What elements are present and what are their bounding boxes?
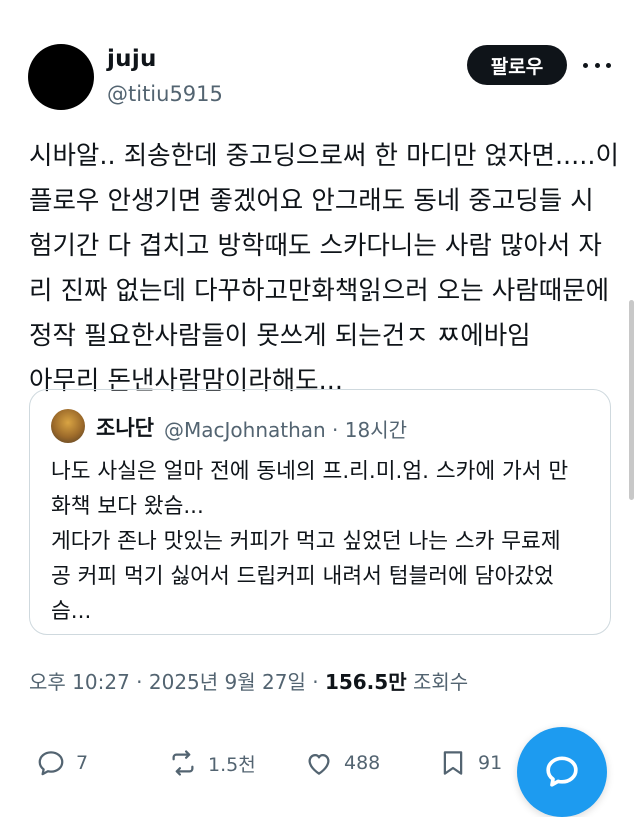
quote-line: 화책 보다 왔슴... <box>51 494 204 519</box>
repost-button[interactable]: 1.5천 <box>168 748 256 778</box>
bookmark-button[interactable]: 91 <box>438 748 502 778</box>
repost-count: 1.5천 <box>208 753 256 776</box>
repost-icon <box>172 750 194 776</box>
scrollbar[interactable] <box>629 300 634 500</box>
quoted-author-handle-time: @MacJohnathan · 18시간 <box>164 418 408 442</box>
quoted-author-avatar <box>51 409 85 443</box>
author-avatar[interactable] <box>28 44 94 110</box>
compose-reply-button[interactable] <box>517 727 607 817</box>
more-options-icon[interactable] <box>583 53 611 77</box>
like-count: 488 <box>344 752 381 774</box>
follow-button[interactable]: 팔로우 <box>467 45 567 85</box>
quote-line: 공 커피 먹기 싫어서 드립커피 내려서 텀블러에 담아갔었 <box>51 564 554 589</box>
tweet-line: 플로우 안생기면 좋겠어요 안그래도 동네 중고딩들 시 <box>29 186 594 216</box>
quoted-tweet-card[interactable]: 조나단 @MacJohnathan · 18시간 나도 사실은 얼마 전에 동네… <box>29 389 611 635</box>
view-label: 조회수 <box>406 670 469 694</box>
tweet-line: 시바알.. 죄송한데 중고딩으로써 한 마디만 얹자면.....이 <box>29 141 619 171</box>
tweet-line: 정작 필요한사람들이 못쓰게 되는건ㅈ ㅉ에바임 <box>29 321 531 351</box>
like-button[interactable]: 488 <box>304 748 380 778</box>
bookmark-count: 91 <box>478 752 503 774</box>
tweet-line: 리 진짜 없는데 다꾸하고만화책읽으러 오는 사람때문에 <box>29 276 610 306</box>
quote-line: 게다가 존나 맛있는 커피가 먹고 싶었던 나는 스카 무료제 <box>51 529 561 554</box>
quote-line: 나도 사실은 얼마 전에 동네의 프.리.미.엄. 스카에 가서 만 <box>51 459 569 484</box>
quoted-tweet-text: 나도 사실은 얼마 전에 동네의 프.리.미.엄. 스카에 가서 만 화책 보다… <box>51 454 596 629</box>
heart-icon <box>308 754 330 775</box>
author-handle[interactable]: @titiu5915 <box>107 82 223 106</box>
chat-bubble-icon <box>546 756 578 787</box>
reply-icon <box>38 751 64 776</box>
reply-count: 7 <box>76 752 89 774</box>
author-name[interactable]: juju <box>107 46 157 72</box>
quoted-author-name: 조나단 <box>96 416 154 440</box>
tweet-line: 험기간 다 겹치고 방학때도 스카다니는 사람 많아서 자 <box>29 231 602 261</box>
view-count: 156.5만 <box>324 670 407 694</box>
tweet-text: 시바알.. 죄송한데 중고딩으로써 한 마디만 얹자면.....이 플로우 안생… <box>29 134 629 404</box>
bookmark-icon <box>443 751 463 775</box>
timestamp[interactable]: 오후 10:27 · 2025년 9월 27일 · <box>29 670 325 694</box>
tweet-meta: 오후 10:27 · 2025년 9월 27일 · 156.5만 조회수 <box>29 666 468 695</box>
reply-button[interactable]: 7 <box>36 748 88 778</box>
quote-line: 슴... <box>51 599 92 624</box>
